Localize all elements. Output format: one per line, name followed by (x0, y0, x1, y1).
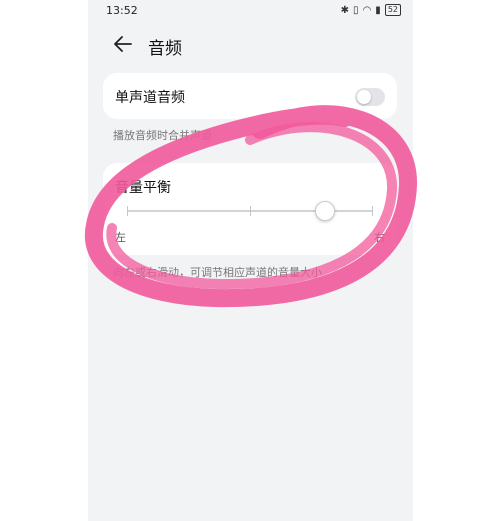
volume-balance-label: 音量平衡 (115, 180, 171, 196)
mono-audio-hint: 播放音频时合并声道 (113, 129, 212, 142)
page-title: 音频 (148, 39, 182, 59)
slider-tick (127, 206, 128, 216)
slider-tick (250, 206, 251, 216)
settings-screen: 13:52 ✱ ▯ ◠ ▮ 52 音频 单声道音频 播放音频时合并声道 音量平衡… (88, 0, 413, 521)
mono-audio-toggle[interactable] (355, 88, 385, 106)
vibrate-icon: ▯ (353, 4, 359, 16)
slider-thumb[interactable] (314, 201, 335, 221)
bluetooth-icon: ✱ (340, 4, 350, 16)
mono-audio-row[interactable]: 单声道音频 (103, 73, 397, 119)
volume-balance-card: 音量平衡 左 右 (103, 163, 397, 255)
battery-icon: 52 (384, 4, 401, 16)
status-time: 13:52 (106, 4, 138, 17)
volume-balance-slider[interactable] (127, 201, 373, 221)
header: 音频 (88, 30, 413, 59)
left-channel-label: 左 (115, 231, 126, 244)
status-bar: 13:52 ✱ ▯ ◠ ▮ 52 (88, 0, 413, 22)
signal-icon: ▮ (375, 4, 381, 16)
mono-audio-label: 单声道音频 (115, 90, 185, 106)
right-channel-label: 右 (374, 231, 385, 244)
toggle-knob (357, 90, 371, 104)
volume-balance-hint: 向左或右滑动，可调节相应声道的音量大小 (113, 266, 322, 279)
slider-tick (372, 206, 373, 216)
wifi-icon: ◠ (362, 4, 372, 16)
arrow-left-icon[interactable] (112, 33, 134, 55)
status-icons: ✱ ▯ ◠ ▮ 52 (341, 4, 401, 16)
